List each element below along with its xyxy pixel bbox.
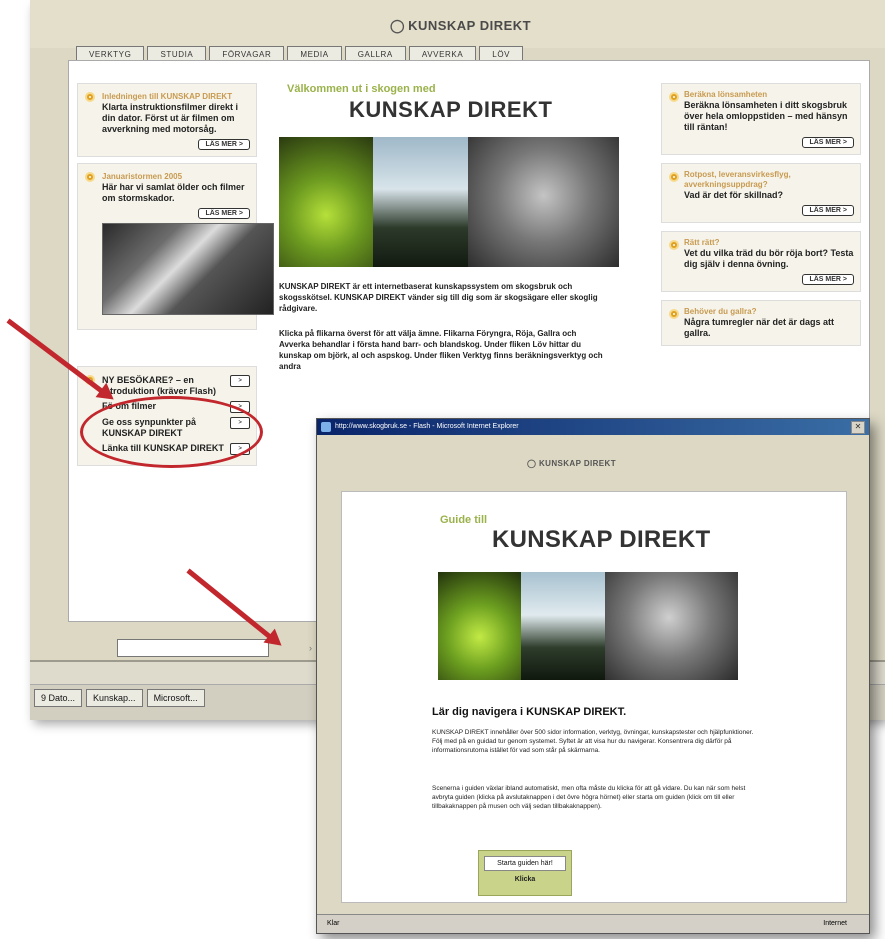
tabs-help-paragraph: Klicka på flikarna överst för att välja …: [279, 329, 603, 371]
popup-title: http://www.skogbruk.se - Flash - Microso…: [335, 423, 519, 430]
promo-text: Vet du vilka träd du bör röja bort? Test…: [684, 248, 854, 269]
taskbar-item-microsoft[interactable]: Microsoft...: [146, 689, 205, 707]
intro-go-button[interactable]: >: [230, 375, 250, 387]
right-promo-box: Rotpost, leveransvirkesflyg, avverknings…: [661, 163, 861, 223]
main-tabs: VERKTYG STUDIA FÖRVAGAR MEDIA GALLRA AVV…: [76, 46, 526, 61]
site-logo[interactable]: ◯ KUNSKAP DIREKT: [390, 18, 531, 34]
forest-hero-image: [279, 137, 619, 267]
popup-titlebar: http://www.skogbruk.se - Flash - Microso…: [317, 419, 869, 435]
right-column: Beräkna lönsamheten Beräkna lönsamheten …: [661, 83, 861, 354]
right-promo-box: Beräkna lönsamheten Beräkna lönsamheten …: [661, 83, 861, 155]
right-promo-box: Rätt rätt? Vet du vilka träd du bör röja…: [661, 231, 861, 292]
promo-text: Vad är det för skillnad?: [684, 190, 784, 200]
bullet-icon: [85, 92, 95, 102]
intro-link[interactable]: NY BESÖKARE? – en introduktion (kräver F…: [102, 375, 230, 397]
taskbar-item-kunskap[interactable]: Kunskap...: [86, 689, 143, 707]
start-guide-box: Starta guiden här! Klicka: [478, 850, 572, 896]
bullet-icon: [85, 172, 95, 182]
hero-lake-photo: [521, 572, 605, 680]
intro-paragraph: KUNSKAP DIREKT är ett internetbaserat ku…: [279, 282, 598, 313]
site-logo-text: KUNSKAP DIREKT: [408, 18, 532, 33]
guide-popup-window: http://www.skogbruk.se - Flash - Microso…: [316, 418, 870, 934]
right-promo-box: Behöver du gallra? Några tumregler när d…: [661, 300, 861, 346]
guide-heading: Lär dig navigera i KUNSKAP DIREKT.: [432, 706, 627, 718]
read-more-button[interactable]: LÄS MER >: [802, 205, 854, 216]
popup-status-bar: Klar Internet: [317, 914, 869, 933]
bullet-icon: [669, 240, 679, 250]
read-more-button[interactable]: LÄS MER >: [802, 137, 854, 148]
guide-title: KUNSKAP DIREKT: [492, 526, 711, 553]
status-text: Klar: [327, 920, 340, 927]
tab-studia[interactable]: STUDIA: [147, 46, 207, 61]
promo-kicker: Rätt rätt?: [684, 238, 720, 247]
tab-verktyg[interactable]: VERKTYG: [76, 46, 145, 61]
left-promo-box: Januaristormen 2005 Här har vi samlat öl…: [77, 163, 274, 330]
taskbar-item-dato[interactable]: 9 Dato...: [34, 689, 83, 707]
tab-forvagar[interactable]: FÖRVAGAR: [209, 46, 285, 61]
bullet-icon: [669, 92, 679, 102]
tab-avverka[interactable]: AVVERKA: [408, 46, 477, 61]
start-guide-button[interactable]: Starta guiden här!: [484, 856, 566, 871]
popup-logo: ◯ KUNSKAP DIREKT: [527, 459, 616, 468]
search-input[interactable]: [117, 639, 269, 657]
hero-lake-photo: [373, 137, 468, 267]
ie-icon: [321, 422, 331, 432]
left-promo-box: Inledningen till KUNSKAP DIREKT Klarta i…: [77, 83, 257, 157]
promo-kicker: Beräkna lönsamheten: [684, 90, 768, 99]
guide-paragraph-2: Scenerna i guiden växlar ibland automati…: [432, 785, 746, 810]
tab-media[interactable]: MEDIA: [287, 46, 342, 61]
promo-text: Beräkna lönsamheten i ditt skogsbruk öve…: [684, 100, 848, 132]
read-more-button[interactable]: LÄS MER >: [198, 139, 250, 150]
hero-worker-photo: [604, 572, 738, 680]
guide-paragraph-1: KUNSKAP DIREKT innehåller över 500 sidor…: [432, 729, 754, 754]
promo-kicker: Behöver du gallra?: [684, 307, 757, 316]
hero-worker-photo: [467, 137, 619, 267]
bullet-icon: [669, 309, 679, 319]
bullet-icon: [669, 172, 679, 182]
promo-kicker: Rotpost, leveransvirkesflyg, avverknings…: [684, 170, 791, 189]
back-site-header: ◯ KUNSKAP DIREKT: [30, 0, 885, 48]
tab-gallra[interactable]: GALLRA: [344, 46, 406, 61]
guide-hero-image: [438, 572, 738, 680]
promo-text: Här har vi samlat ölder och filmer om st…: [102, 182, 245, 203]
list-item: NY BESÖKARE? – en introduktion (kräver F…: [102, 375, 250, 397]
popup-content: Guide till KUNSKAP DIREKT Lär dig navige…: [341, 491, 847, 903]
click-hint: Klicka: [514, 876, 536, 883]
promo-text: Klarta instruktionsfilmer direkt i din d…: [102, 102, 239, 134]
center-column: Välkommen ut i skogen med KUNSKAP DIREKT…: [279, 83, 639, 372]
popup-logo-text: KUNSKAP DIREKT: [538, 459, 616, 468]
hero-moss-photo: [438, 572, 522, 680]
close-icon[interactable]: ✕: [851, 421, 865, 434]
read-more-button[interactable]: LÄS MER >: [802, 274, 854, 285]
welcome-title: KUNSKAP DIREKT: [349, 97, 553, 122]
search-arrow-icon[interactable]: ›: [309, 643, 312, 653]
promo-text: Några tumregler när det är dags att gall…: [684, 317, 835, 338]
guide-kicker: Guide till: [440, 514, 488, 526]
promo-kicker: Januaristormen 2005: [102, 172, 183, 181]
storm-photo: [102, 223, 274, 315]
promo-kicker: Inledningen till KUNSKAP DIREKT: [102, 92, 233, 101]
tab-lov[interactable]: LÖV: [479, 46, 524, 61]
popup-header: ◯ KUNSKAP DIREKT: [317, 435, 869, 489]
welcome-kicker: Välkommen ut i skogen med: [287, 83, 436, 95]
security-zone: Internet: [823, 920, 847, 927]
read-more-button[interactable]: LÄS MER >: [198, 208, 250, 219]
hero-moss-photo: [279, 137, 374, 267]
